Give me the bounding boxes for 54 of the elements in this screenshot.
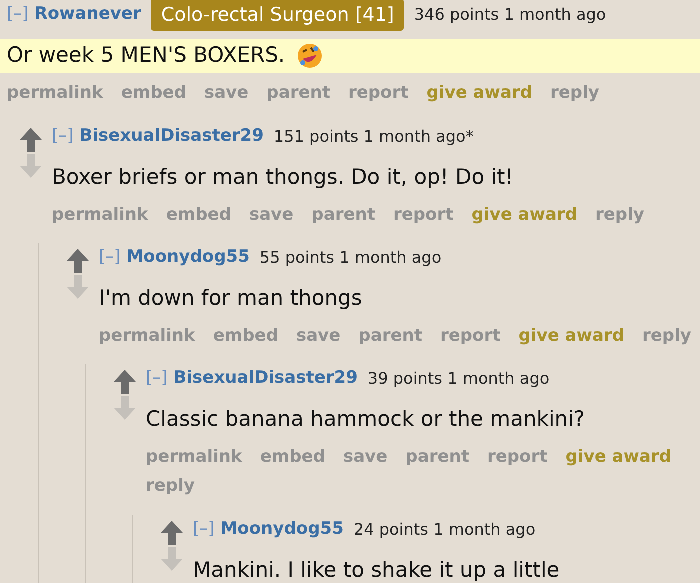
action-link[interactable]: reply bbox=[642, 324, 692, 349]
user-flair: Colo-rectal Surgeon [41] bbox=[151, 0, 404, 32]
upvote-arrow-icon[interactable] bbox=[161, 520, 183, 544]
action-link[interactable]: embed bbox=[166, 202, 232, 228]
action-link[interactable]: save bbox=[296, 324, 341, 349]
score-time-text: 151 points 1 month ago* bbox=[274, 126, 474, 148]
action-link[interactable]: save bbox=[249, 202, 294, 228]
laughing-face-icon bbox=[297, 43, 324, 70]
action-link[interactable]: report bbox=[393, 202, 454, 228]
action-link[interactable]: reply bbox=[595, 202, 644, 228]
comment-body: Boxer briefs or man thongs. Do it, op! Do it! bbox=[52, 164, 515, 191]
score-time-text: 39 points 1 month ago bbox=[368, 368, 550, 390]
give-award-link[interactable]: give award bbox=[518, 324, 624, 349]
action-link[interactable]: parent bbox=[406, 444, 470, 470]
action-link[interactable]: report bbox=[440, 324, 501, 349]
username-link[interactable]: Rowanever bbox=[34, 2, 142, 28]
give-award-link[interactable]: give award bbox=[426, 80, 532, 106]
collapse-toggle[interactable]: [–] bbox=[52, 124, 74, 150]
upvote-arrow-icon[interactable] bbox=[67, 249, 89, 273]
username-link[interactable]: Moonydog55 bbox=[220, 516, 344, 542]
upvote-arrow-icon[interactable] bbox=[20, 128, 42, 152]
action-link[interactable]: reply bbox=[550, 80, 600, 106]
score-time-text: 346 points 1 month ago bbox=[414, 4, 606, 26]
action-link[interactable]: save bbox=[204, 80, 249, 106]
action-link[interactable]: report bbox=[348, 80, 409, 106]
username-link[interactable]: BisexualDisaster29 bbox=[80, 124, 264, 150]
give-award-link[interactable]: give award bbox=[472, 202, 578, 228]
action-link[interactable]: parent bbox=[266, 80, 330, 106]
action-link[interactable]: embed bbox=[121, 80, 186, 106]
comment-body: Classic banana hammock or the mankini? bbox=[146, 406, 586, 433]
action-link[interactable]: save bbox=[343, 444, 388, 470]
username-link[interactable]: BisexualDisaster29 bbox=[174, 366, 358, 392]
action-link[interactable]: report bbox=[487, 444, 548, 470]
comment-body: Or week 5 MEN'S BOXERS. bbox=[0, 39, 700, 72]
comment-body: Mankini. I like to shake it up a little bbox=[193, 556, 560, 583]
action-link[interactable]: permalink bbox=[99, 324, 196, 349]
collapse-toggle[interactable]: [–] bbox=[193, 516, 215, 542]
score-time-text: 55 points 1 month ago bbox=[260, 247, 442, 269]
comment-body: I'm down for man thongs bbox=[99, 285, 364, 312]
action-link[interactable]: permalink bbox=[7, 80, 104, 106]
action-link[interactable]: embed bbox=[260, 444, 326, 470]
action-link[interactable]: permalink bbox=[52, 202, 148, 228]
collapse-toggle[interactable]: [–] bbox=[146, 366, 168, 392]
action-link[interactable]: parent bbox=[312, 202, 376, 228]
action-link[interactable]: embed bbox=[213, 324, 278, 349]
action-link[interactable]: reply bbox=[146, 474, 195, 500]
collapse-toggle[interactable]: [–] bbox=[99, 245, 121, 271]
username-link[interactable]: Moonydog55 bbox=[126, 245, 250, 271]
collapse-toggle[interactable]: [–] bbox=[7, 2, 29, 28]
action-link[interactable]: parent bbox=[358, 324, 422, 349]
score-time-text: 24 points 1 month ago bbox=[354, 518, 536, 540]
give-award-link[interactable]: give award bbox=[566, 444, 672, 470]
upvote-arrow-icon[interactable] bbox=[114, 370, 136, 394]
action-link[interactable]: permalink bbox=[146, 444, 242, 470]
